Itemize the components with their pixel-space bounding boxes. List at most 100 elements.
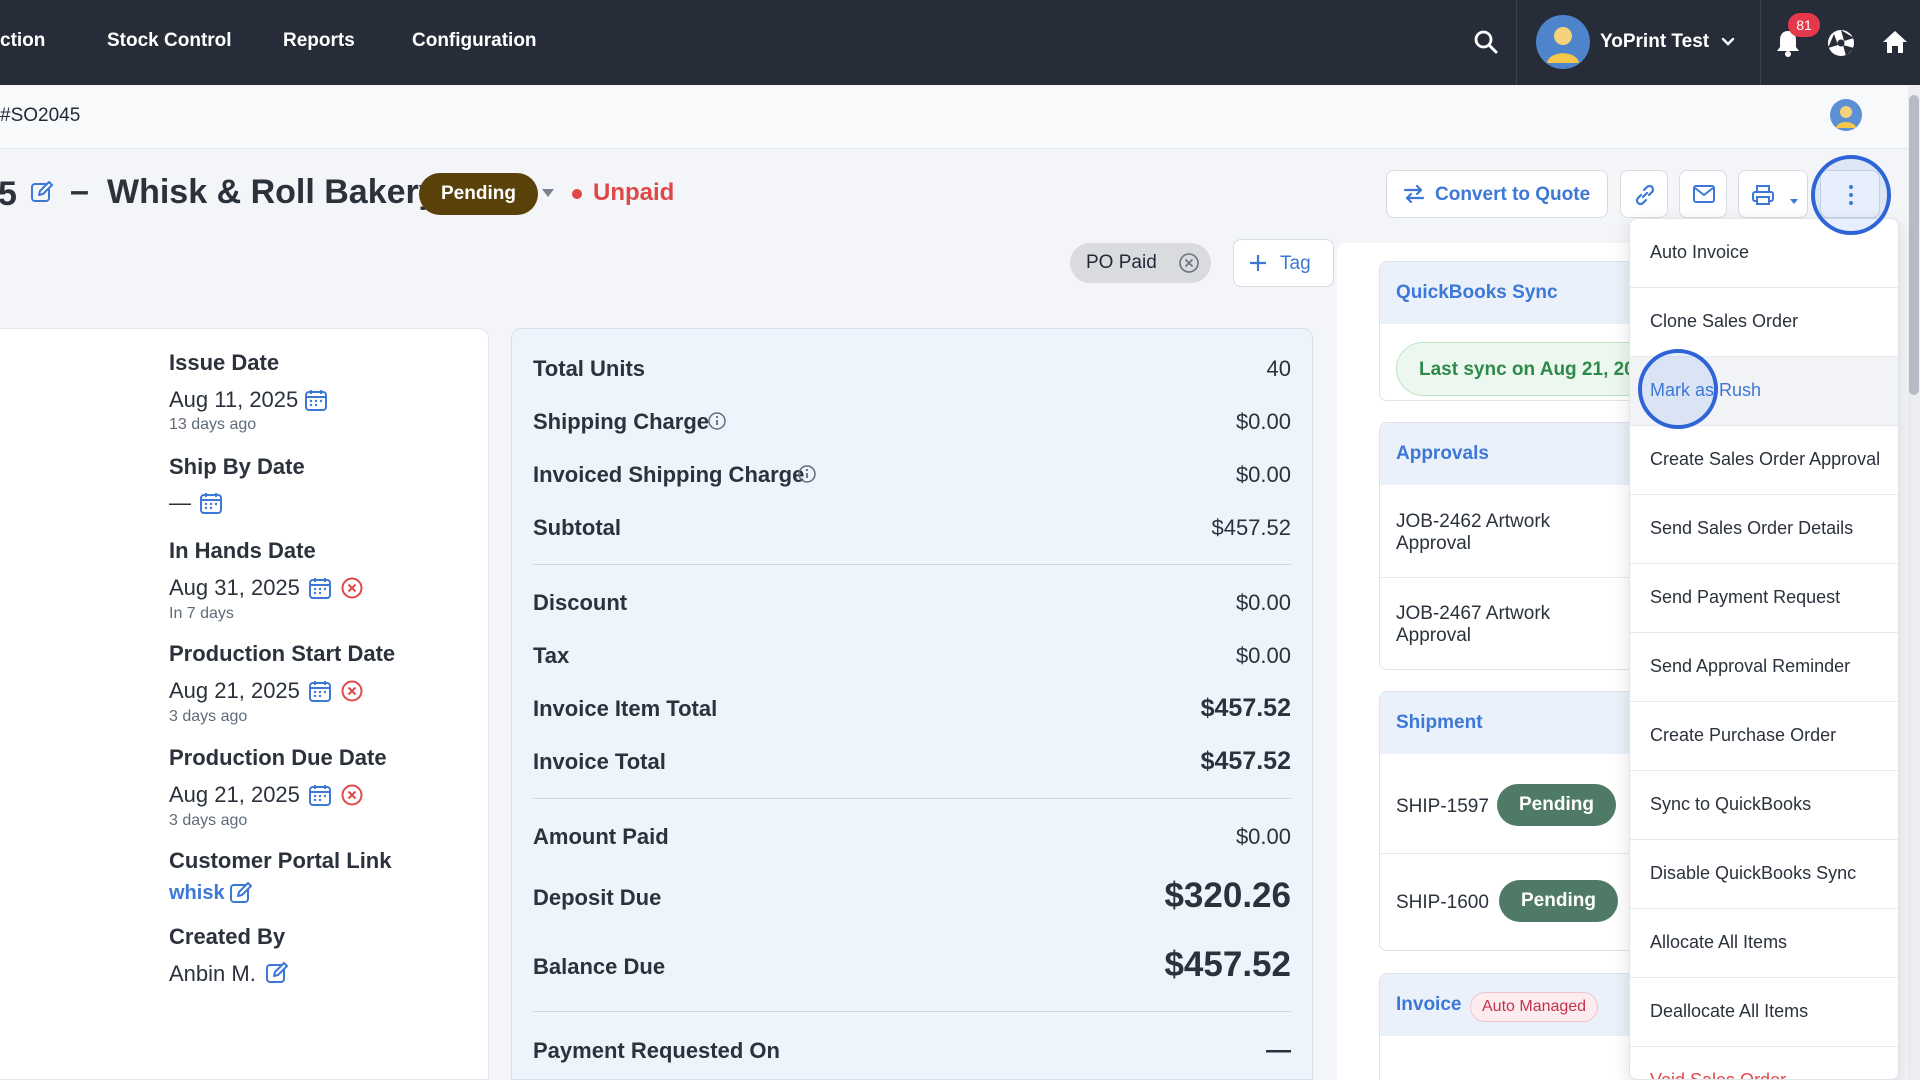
chevron-down-icon[interactable]: [1720, 35, 1736, 53]
menu-item-label: Disable QuickBooks Sync: [1650, 863, 1857, 883]
aperture-icon[interactable]: [1826, 28, 1856, 63]
menu-item-send-sales-order-details[interactable]: Send Sales Order Details: [1630, 495, 1898, 564]
menu-item-void-sales-order[interactable]: Void Sales Order: [1630, 1047, 1898, 1080]
home-icon[interactable]: [1881, 28, 1909, 61]
customer-portal-link-label: Customer Portal Link: [169, 848, 392, 873]
convert-to-quote-label: Convert to Quote: [1435, 184, 1591, 205]
invoice-title[interactable]: Invoice: [1396, 994, 1461, 1016]
breadcrumb-bar: #SO2045: [0, 85, 1908, 149]
calendar-icon[interactable]: [199, 491, 223, 520]
clear-date-icon[interactable]: [340, 679, 364, 708]
title-separator: –: [70, 172, 89, 210]
plus-icon: [1248, 253, 1268, 278]
approval-item[interactable]: JOB-2462 Artwork Approval: [1396, 511, 1586, 555]
clear-date-icon[interactable]: [340, 783, 364, 812]
shipment-status-badge[interactable]: Pending: [1497, 784, 1616, 826]
add-tag-button[interactable]: Tag: [1233, 239, 1334, 287]
ship-by-date-value: —: [169, 490, 191, 515]
approvals-title[interactable]: Approvals: [1396, 443, 1489, 465]
menu-item-send-payment-request[interactable]: Send Payment Request: [1630, 564, 1898, 633]
notification-badge: 81: [1788, 13, 1820, 37]
menu-item-create-sales-order-approval[interactable]: Create Sales Order Approval: [1630, 426, 1898, 495]
menu-item-sync-to-quickbooks[interactable]: Sync to QuickBooks: [1630, 771, 1898, 840]
tag-chip-label: PO Paid: [1086, 252, 1157, 273]
avatar[interactable]: [1536, 15, 1590, 69]
production-due-date-label: Production Due Date: [169, 745, 387, 770]
invoice-total-value: $457.52: [1200, 747, 1291, 775]
approval-item[interactable]: JOB-2467 Artwork Approval: [1396, 603, 1586, 647]
calendar-icon[interactable]: [304, 388, 328, 417]
menu-item-send-approval-reminder[interactable]: Send Approval Reminder: [1630, 633, 1898, 702]
payment-requested-on-label: Payment Requested On: [533, 1038, 780, 1063]
divider: [533, 564, 1291, 565]
calendar-icon[interactable]: [308, 679, 332, 708]
mail-icon: [1692, 184, 1716, 209]
info-icon[interactable]: [797, 464, 817, 489]
production-due-date-value: Aug 21, 2025: [169, 782, 300, 807]
discount-value: $0.00: [1235, 590, 1291, 615]
invoice-item-total-value: $457.52: [1200, 694, 1291, 722]
in-hands-date-value: Aug 31, 2025: [169, 575, 300, 600]
tax-label: Tax: [533, 643, 570, 668]
email-button[interactable]: [1679, 170, 1727, 218]
calendar-icon[interactable]: [308, 576, 332, 605]
nav-stock-control[interactable]: Stock Control: [107, 30, 232, 52]
more-actions-button[interactable]: [1820, 170, 1880, 218]
print-button[interactable]: [1738, 170, 1808, 218]
edit-icon[interactable]: [30, 180, 54, 209]
remove-tag-icon[interactable]: [1178, 252, 1200, 279]
add-tag-label: Tag: [1280, 253, 1311, 274]
menu-item-label: Deallocate All Items: [1650, 1001, 1809, 1021]
swap-icon: [1402, 183, 1426, 210]
copy-link-button[interactable]: [1620, 170, 1668, 218]
nav-divider: [1516, 0, 1517, 85]
clear-date-icon[interactable]: [340, 576, 364, 605]
page-title[interactable]: Whisk & Roll Bakery: [107, 173, 438, 212]
quickbooks-sync-title[interactable]: QuickBooks Sync: [1396, 282, 1558, 304]
menu-item-mark-as-rush[interactable]: Mark as Rush: [1630, 357, 1898, 426]
menu-item-label: Void Sales Order: [1650, 1070, 1787, 1080]
divider: [533, 1011, 1291, 1012]
menu-item-auto-invoice[interactable]: Auto Invoice: [1630, 219, 1898, 288]
calendar-icon[interactable]: [308, 783, 332, 812]
nav-reports[interactable]: Reports: [283, 30, 355, 52]
payment-status-dot: [572, 189, 582, 199]
caret-down-icon[interactable]: [540, 186, 556, 204]
shipment-title[interactable]: Shipment: [1396, 712, 1483, 734]
customer-portal-link[interactable]: whisk: [169, 882, 225, 905]
balance-due-label: Balance Due: [533, 954, 666, 979]
shipment-id[interactable]: SHIP-1600: [1396, 892, 1489, 914]
menu-item-label: Send Sales Order Details: [1650, 518, 1854, 538]
nav-divider: [1760, 0, 1761, 85]
menu-item-label: Send Payment Request: [1650, 587, 1841, 607]
shipment-status-badge[interactable]: Pending: [1499, 880, 1618, 922]
user-name[interactable]: YoPrint Test: [1600, 31, 1709, 53]
menu-item-disable-quickbooks-sync[interactable]: Disable QuickBooks Sync: [1630, 840, 1898, 909]
scrollbar-thumb[interactable]: [1909, 95, 1919, 395]
issue-date-label: Issue Date: [169, 350, 280, 375]
nav-production[interactable]: ction: [0, 30, 45, 52]
edit-icon[interactable]: [229, 881, 253, 910]
menu-item-label: Sync to QuickBooks: [1650, 794, 1812, 814]
divider: [533, 798, 1291, 799]
info-icon[interactable]: [707, 411, 727, 436]
nav-configuration[interactable]: Configuration: [412, 30, 537, 52]
menu-item-clone-sales-order[interactable]: Clone Sales Order: [1630, 288, 1898, 357]
ship-by-date-label: Ship By Date: [169, 454, 305, 479]
order-number: 5: [0, 175, 17, 213]
edit-icon[interactable]: [265, 961, 289, 990]
issue-date-relative: 13 days ago: [169, 416, 257, 433]
convert-to-quote-button[interactable]: Convert to Quote: [1386, 170, 1608, 218]
avatar[interactable]: [1830, 99, 1862, 131]
menu-item-deallocate-all-items[interactable]: Deallocate All Items: [1630, 978, 1898, 1047]
status-badge[interactable]: Pending: [419, 173, 538, 215]
search-icon[interactable]: [1473, 29, 1499, 60]
invoice-item-total-label: Invoice Item Total: [533, 696, 718, 721]
breadcrumb[interactable]: #SO2045: [0, 105, 80, 127]
menu-item-allocate-all-items[interactable]: Allocate All Items: [1630, 909, 1898, 978]
payment-status: Unpaid: [593, 179, 675, 206]
subtotal-value: $457.52: [1211, 515, 1291, 540]
deposit-due-value: $320.26: [1164, 876, 1291, 915]
shipment-id[interactable]: SHIP-1597: [1396, 796, 1489, 818]
menu-item-create-purchase-order[interactable]: Create Purchase Order: [1630, 702, 1898, 771]
